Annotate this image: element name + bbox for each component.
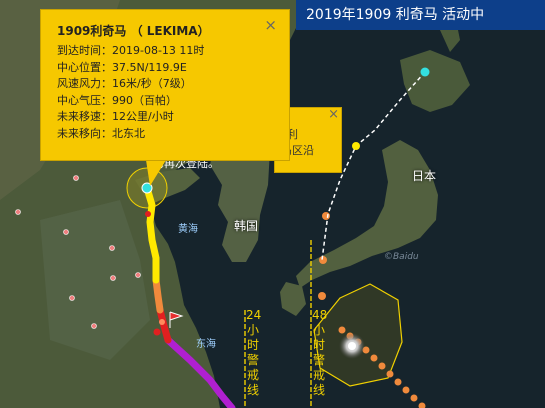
warning-label-48h: 48 小 时警 戒线 — [312, 308, 328, 397]
popup-center-position: 中心位置：37.5N/119.9E — [57, 60, 187, 74]
label-yellow-sea: 黄海 — [178, 224, 198, 235]
popup-arrival-time: 到达时间：2019-08-13 11时 — [57, 44, 205, 57]
status-bar: 2019年1909 利奇马 活动中 — [296, 0, 545, 30]
popup-title: 1909利奇马 （ LEKIMA） — [57, 24, 210, 38]
popup-pointer — [146, 160, 166, 186]
typhoon-icon[interactable] — [339, 333, 365, 359]
label-japan: 日本 — [412, 169, 437, 183]
popup-future-speed: 未来移速：12公里/小时 — [57, 110, 174, 124]
label-east-sea: 东海 — [196, 339, 216, 350]
label-korea: 韩国 — [234, 219, 259, 233]
forecast-point-cyan — [420, 67, 430, 77]
popup-wind-speed: 风速风力：16米/秒（7级） — [57, 77, 192, 91]
close-icon[interactable]: × — [264, 18, 277, 33]
warning-label-24h: 24 小 时警 戒线 — [246, 308, 262, 397]
label-attribution: ©Baidu — [384, 252, 419, 262]
popup-pressure: 中心气压：990（百帕） — [57, 93, 177, 107]
forecast-point-yellow — [352, 142, 360, 150]
typhoon-track-orange — [152, 276, 164, 314]
popup-future-direction: 未来移向：北东北 — [57, 126, 145, 140]
status-text: 2019年1909 利奇马 活动中 — [306, 7, 485, 23]
typhoon-info-popup: × 1909利奇马 （ LEKIMA） 到达时间：2019-08-13 11时 … — [40, 9, 290, 161]
close-icon[interactable]: × — [328, 108, 339, 121]
